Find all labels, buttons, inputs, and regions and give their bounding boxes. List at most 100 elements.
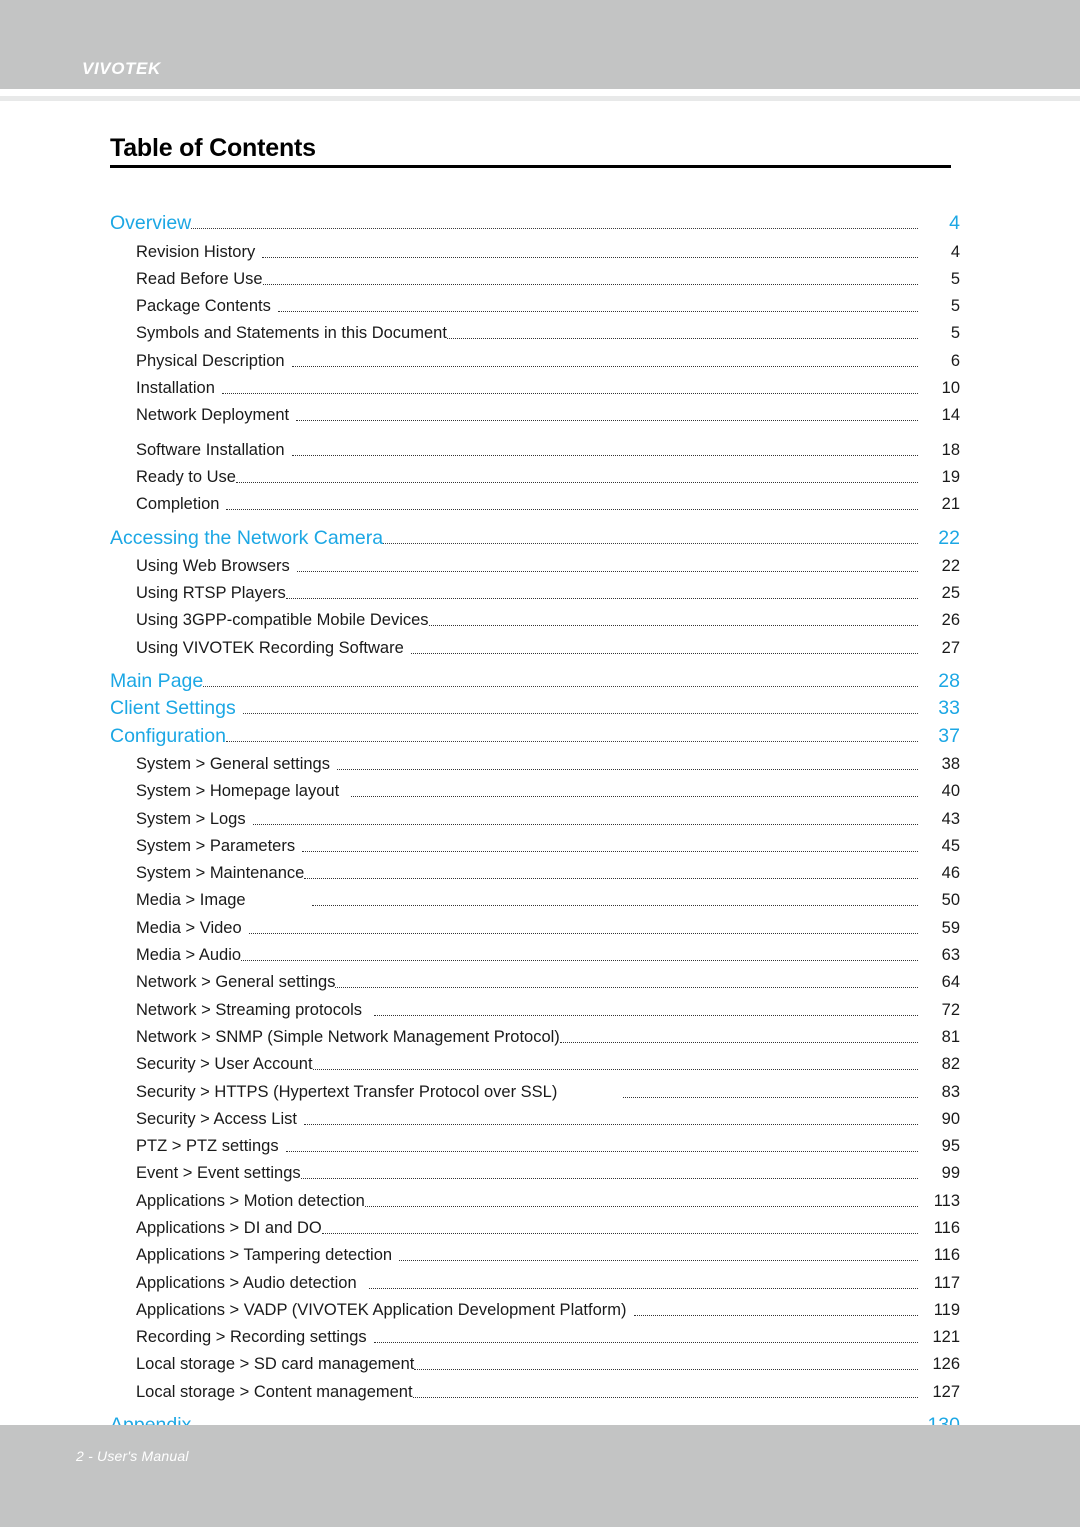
toc-sub-entry[interactable]: Using Web Browsers 22 <box>110 550 960 577</box>
toc-dot-leader <box>285 1138 918 1157</box>
toc-entry-label: System > Parameters <box>136 836 296 855</box>
toc-sub-entry[interactable]: Completion 21 <box>110 488 960 515</box>
toc-entry-label: PTZ > PTZ settings <box>136 1137 279 1156</box>
toc-sub-entry[interactable]: System > Logs 43 <box>110 802 960 829</box>
toc-sub-entry[interactable]: Ready to Use 19 <box>110 461 960 488</box>
toc-dot-leader <box>277 298 918 317</box>
toc-entry-page-number: 26 <box>941 611 960 630</box>
toc-entry-page-number: 127 <box>932 1382 960 1401</box>
toc-entry-page-number: 37 <box>938 724 960 747</box>
toc-dot-leader <box>383 531 918 550</box>
toc-entry-label: System > Logs <box>136 809 246 828</box>
toc-dot-leader <box>373 1329 918 1348</box>
toc-sub-entry[interactable]: Event > Event settings 99 <box>110 1157 960 1184</box>
toc-sub-entry[interactable]: Media > Video 59 <box>110 911 960 938</box>
toc-entry-label: Main Page <box>110 670 204 693</box>
toc-sub-entry[interactable]: Installation 10 <box>110 372 960 399</box>
toc-sub-entry[interactable]: Media > Audio 63 <box>110 939 960 966</box>
toc-dot-leader <box>300 1165 918 1184</box>
toc-sub-entry[interactable]: Local storage > Content management 127 <box>110 1375 960 1402</box>
toc-entry-label: Network > General settings <box>136 973 336 992</box>
toc-entry-label: Using 3GPP-compatible Mobile Devices <box>136 611 429 630</box>
toc-sub-entry[interactable]: System > Maintenance 46 <box>110 857 960 884</box>
toc-dot-leader <box>364 1193 918 1212</box>
toc-dot-leader <box>252 811 918 830</box>
toc-entry-page-number: 33 <box>938 697 960 720</box>
toc-entry-page-number: 27 <box>941 638 960 657</box>
toc-entry-page-number: 46 <box>941 864 960 883</box>
toc-sub-entry[interactable]: Symbols and Statements in this Document 5 <box>110 317 960 344</box>
toc-sub-entry[interactable]: Network > Streaming protocols 72 <box>110 993 960 1020</box>
page-title-underline <box>110 165 951 168</box>
toc-sub-entry[interactable]: Local storage > SD card management 126 <box>110 1348 960 1375</box>
toc-sub-entry[interactable]: Applications > VADP (VIVOTEK Application… <box>110 1294 960 1321</box>
toc-entry-page-number: 4 <box>950 242 960 261</box>
toc-sub-entry[interactable]: Network > General settings 64 <box>110 966 960 993</box>
toc-entry-page-number: 50 <box>941 891 960 910</box>
toc-entry-label: Accessing the Network Camera <box>110 526 384 549</box>
table-of-contents-list: Overview 4 Revision History 4 Read Before Us… <box>110 208 960 1437</box>
toc-entry-label: Client Settings <box>110 697 236 720</box>
toc-sub-entry[interactable]: Using RTSP Players 25 <box>110 577 960 604</box>
toc-entry-page-number: 22 <box>938 526 960 549</box>
toc-dot-leader <box>633 1302 919 1321</box>
toc-sub-entry[interactable]: Package Contents 5 <box>110 290 960 317</box>
toc-sub-entry[interactable]: Revision History 4 <box>110 235 960 262</box>
footer-page-label: 2 - User's Manual <box>76 1448 189 1464</box>
toc-sub-entry[interactable]: Read Before Use 5 <box>110 263 960 290</box>
toc-entry-label: Read Before Use <box>136 269 263 288</box>
toc-sub-entry[interactable]: Physical Description 6 <box>110 344 960 371</box>
toc-sub-entry[interactable]: Using 3GPP-compatible Mobile Devices 26 <box>110 604 960 631</box>
toc-sub-entry[interactable]: System > Homepage layout 40 <box>110 775 960 802</box>
toc-entry-page-number: 95 <box>941 1137 960 1156</box>
toc-sub-entry[interactable]: Software Installation 18 <box>110 433 960 460</box>
toc-entry-label: Recording > Recording settings <box>136 1328 367 1347</box>
toc-sub-entry[interactable]: Applications > Tampering detection 116 <box>110 1239 960 1266</box>
toc-dot-leader <box>302 838 918 857</box>
toc-dot-leader <box>559 1029 918 1048</box>
toc-sub-entry[interactable]: System > General settings 38 <box>110 748 960 775</box>
toc-sub-entry[interactable]: System > Parameters 45 <box>110 830 960 857</box>
toc-entry-label: Configuration <box>110 724 226 747</box>
toc-sub-entry[interactable]: Using VIVOTEK Recording Software 27 <box>110 631 960 658</box>
toc-sub-entry[interactable]: Media > Image 50 <box>110 884 960 911</box>
toc-sub-entry[interactable]: Security > HTTPS (Hypertext Transfer Pro… <box>110 1075 960 1102</box>
toc-entry-label: Applications > VADP (VIVOTEK Application… <box>136 1300 627 1319</box>
toc-sub-entry[interactable]: Network Deployment 14 <box>110 399 960 426</box>
toc-section-entry[interactable]: Main Page 28 <box>110 666 960 693</box>
toc-sub-entry[interactable]: Security > User Account 82 <box>110 1048 960 1075</box>
toc-dot-leader <box>312 1056 918 1075</box>
toc-sub-entry[interactable]: Applications > DI and DO 116 <box>110 1212 960 1239</box>
toc-dot-leader <box>410 640 918 659</box>
toc-entry-label: Network > SNMP (Simple Network Managemen… <box>136 1027 560 1046</box>
toc-dot-leader <box>303 1111 918 1130</box>
toc-dot-leader <box>291 353 918 372</box>
toc-entry-page-number: 116 <box>933 1246 960 1265</box>
toc-section-entry[interactable]: Configuration 37 <box>110 720 960 747</box>
toc-dot-leader <box>623 1084 918 1103</box>
toc-entry-page-number: 5 <box>950 324 960 343</box>
toc-sub-entry[interactable]: Applications > Motion detection 113 <box>110 1184 960 1211</box>
toc-section-entry[interactable]: Accessing the Network Camera 22 <box>110 522 960 549</box>
toc-entry-page-number: 116 <box>933 1218 960 1237</box>
toc-section-entry[interactable]: Overview 4 <box>110 208 960 235</box>
toc-entry-label: Using RTSP Players <box>136 584 286 603</box>
toc-entry-label: Ready to Use <box>136 467 236 486</box>
toc-sub-entry[interactable]: Applications > Audio detection 117 <box>110 1266 960 1293</box>
toc-sub-entry[interactable]: Network > SNMP (Simple Network Managemen… <box>110 1021 960 1048</box>
toc-entry-page-number: 64 <box>941 973 960 992</box>
toc-section-entry[interactable]: Client Settings 33 <box>110 693 960 720</box>
toc-sub-entry[interactable]: PTZ > PTZ settings 95 <box>110 1130 960 1157</box>
toc-dot-leader <box>412 1384 918 1403</box>
toc-entry-label: Network Deployment <box>136 406 290 425</box>
toc-dot-leader <box>304 865 918 884</box>
toc-entry-page-number: 63 <box>941 946 960 965</box>
toc-entry-page-number: 90 <box>941 1109 960 1128</box>
toc-dot-leader <box>336 756 918 775</box>
toc-entry-label: Installation <box>136 379 215 398</box>
toc-sub-entry[interactable]: Recording > Recording settings 121 <box>110 1321 960 1348</box>
toc-entry-page-number: 113 <box>933 1191 960 1210</box>
toc-entry-label: Applications > Audio detection <box>136 1273 357 1292</box>
toc-sub-entry[interactable]: Security > Access List 90 <box>110 1103 960 1130</box>
page-footer-band: 2 - User's Manual <box>0 1425 1080 1527</box>
